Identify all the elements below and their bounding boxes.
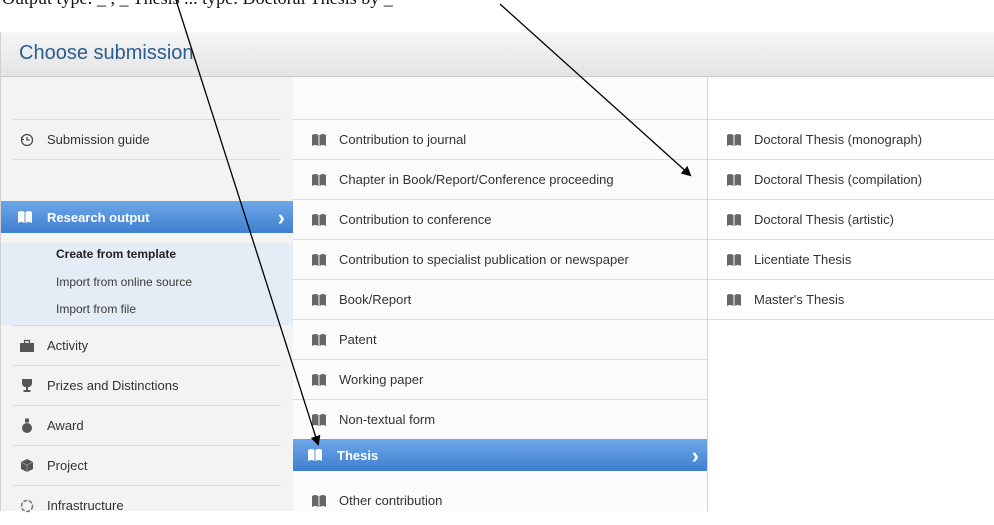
- import-online-link[interactable]: Import from online source: [56, 275, 192, 289]
- category-award[interactable]: Award: [13, 405, 281, 445]
- thesis-type-label: Master's Thesis: [754, 292, 845, 307]
- book-icon: [309, 212, 329, 228]
- type-label: Book/Report: [339, 292, 412, 307]
- type-label: Contribution to journal: [339, 132, 467, 147]
- thesis-doctoral-artistic[interactable]: Doctoral Thesis (artistic): [708, 199, 994, 239]
- prizes-label: Prizes and Distinctions: [47, 378, 179, 393]
- type-specialist-publication[interactable]: Contribution to specialist publication o…: [293, 239, 707, 279]
- book-icon: [724, 292, 744, 308]
- thesis-masters[interactable]: Master's Thesis: [708, 279, 994, 320]
- medal-icon: [17, 418, 37, 434]
- category-infrastructure[interactable]: Infrastructure: [13, 485, 281, 525]
- book-icon: [307, 448, 327, 462]
- book-icon: [724, 212, 744, 228]
- book-icon: [309, 412, 329, 428]
- submission-guide-label: Submission guide: [47, 132, 150, 147]
- category-column: Submission guide Research output › Creat…: [1, 77, 294, 513]
- type-contribution-journal[interactable]: Contribution to journal: [293, 119, 707, 159]
- book-icon: [724, 172, 744, 188]
- output-type-column: Contribution to journal Chapter in Book/…: [293, 77, 708, 511]
- book-icon: [309, 372, 329, 388]
- thesis-type-label: Licentiate Thesis: [754, 252, 852, 267]
- category-project[interactable]: Project: [13, 445, 281, 485]
- activity-label: Activity: [47, 338, 89, 353]
- book-icon: [309, 292, 329, 308]
- thesis-type-label: Doctoral Thesis (monograph): [754, 132, 923, 147]
- book-icon: [724, 132, 744, 148]
- thesis-doctoral-monograph[interactable]: Doctoral Thesis (monograph): [708, 119, 994, 159]
- award-label: Award: [47, 418, 84, 433]
- project-label: Project: [47, 458, 88, 473]
- book-icon: [309, 252, 329, 268]
- thesis-label: Thesis: [337, 447, 379, 463]
- import-file-link[interactable]: Import from file: [56, 302, 136, 316]
- book-icon: [17, 210, 37, 224]
- category-research-output[interactable]: Research output ›: [1, 201, 293, 233]
- research-output-submenu: Create from template Import from online …: [1, 243, 293, 325]
- circle-icon: [17, 498, 37, 514]
- book-icon: [309, 172, 329, 188]
- category-prizes[interactable]: Prizes and Distinctions: [13, 365, 281, 405]
- category-activity[interactable]: Activity: [13, 325, 281, 365]
- submission-guide-link[interactable]: Submission guide: [13, 119, 281, 159]
- chevron-right-icon: ›: [691, 443, 699, 468]
- research-output-label: Research output: [47, 209, 150, 225]
- book-icon: [309, 493, 329, 509]
- thesis-doctoral-compilation[interactable]: Doctoral Thesis (compilation): [708, 159, 994, 199]
- type-label: Contribution to conference: [339, 212, 492, 227]
- clock-icon: [17, 132, 37, 148]
- type-label: Other contribution: [339, 493, 443, 508]
- trophy-icon: [17, 378, 37, 394]
- cube-icon: [17, 458, 37, 474]
- book-icon: [309, 132, 329, 148]
- briefcase-icon: [17, 338, 37, 354]
- type-other-contribution[interactable]: Other contribution: [293, 481, 707, 520]
- book-icon: [309, 332, 329, 348]
- top-caption: Output type: _ , _ Thesis ... type: Doct…: [0, 0, 994, 32]
- create-from-template-link[interactable]: Create from template: [56, 247, 176, 261]
- book-icon: [724, 252, 744, 268]
- type-contribution-conference[interactable]: Contribution to conference: [293, 199, 707, 239]
- type-chapter[interactable]: Chapter in Book/Report/Conference procee…: [293, 159, 707, 199]
- type-working-paper[interactable]: Working paper: [293, 359, 707, 399]
- type-non-textual[interactable]: Non-textual form: [293, 399, 707, 439]
- type-label: Non-textual form: [339, 412, 436, 427]
- type-label: Working paper: [339, 372, 424, 387]
- thesis-type-label: Doctoral Thesis (artistic): [754, 212, 894, 227]
- type-book-report[interactable]: Book/Report: [293, 279, 707, 319]
- chevron-right-icon: ›: [277, 205, 285, 230]
- divider: [13, 159, 281, 160]
- type-label: Contribution to specialist publication o…: [339, 252, 629, 267]
- type-patent[interactable]: Patent: [293, 319, 707, 359]
- thesis-type-column: Doctoral Thesis (monograph) Doctoral The…: [708, 77, 994, 511]
- caption-text: Output type: _ , _ Thesis ... type: Doct…: [2, 0, 393, 8]
- thesis-licentiate[interactable]: Licentiate Thesis: [708, 239, 994, 279]
- page-title: Choose submission: [19, 42, 194, 64]
- window-header: Choose submission: [1, 32, 994, 77]
- type-label: Patent: [339, 332, 377, 347]
- type-label: Chapter in Book/Report/Conference procee…: [339, 172, 614, 187]
- submission-window: Choose submission Submission guide Resea…: [0, 32, 994, 513]
- type-thesis-selected[interactable]: Thesis ›: [293, 439, 707, 471]
- thesis-type-label: Doctoral Thesis (compilation): [754, 172, 923, 187]
